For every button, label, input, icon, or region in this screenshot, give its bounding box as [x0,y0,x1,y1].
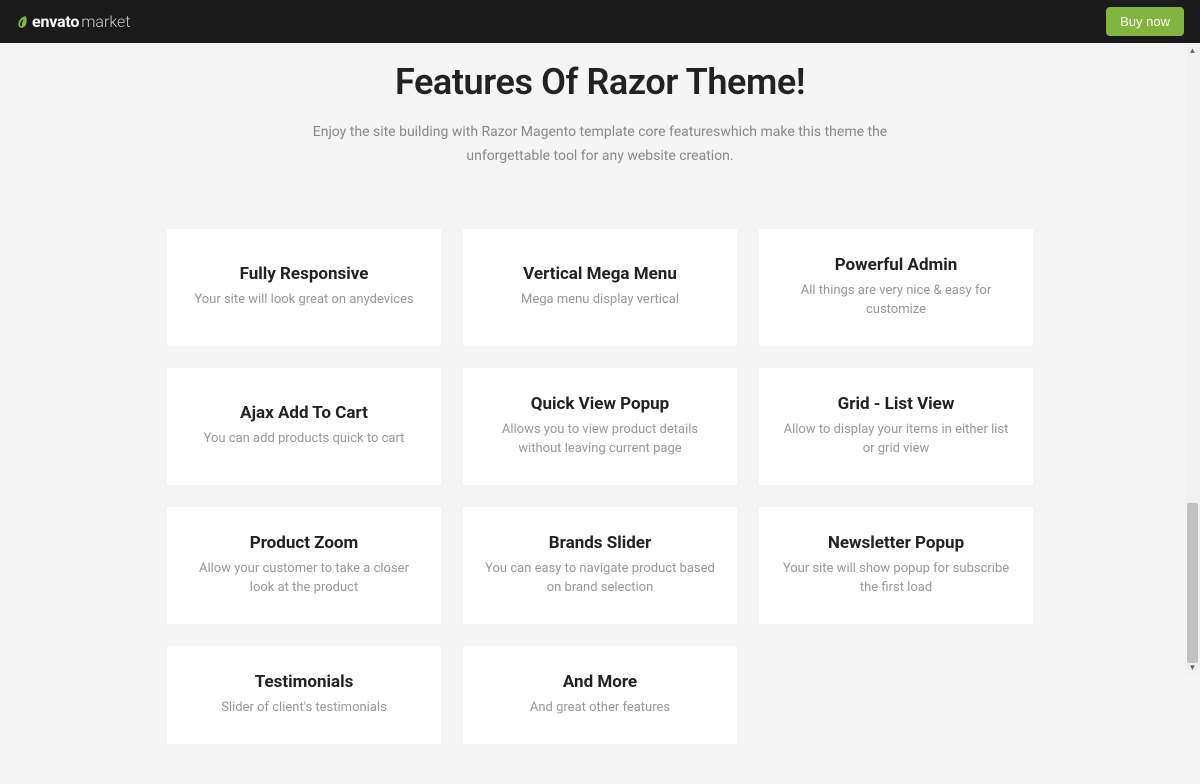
envato-logo[interactable]: envato market [16,12,130,31]
feature-title: Fully Responsive [189,264,419,284]
scrollbar[interactable]: ▲ ▼ [1185,43,1200,675]
scroll-thumb[interactable] [1187,503,1198,663]
topbar: envato market Buy now [0,0,1200,43]
feature-desc: Your site will look great on anydevices [189,290,419,310]
feature-desc: Allows you to view product details witho… [485,420,715,459]
feature-title: Vertical Mega Menu [485,264,715,284]
feature-desc: All things are very nice & easy for cust… [781,281,1011,320]
feature-desc: Your site will show popup for subscribe … [781,559,1011,598]
page-content: Features Of Razor Theme! Enjoy the site … [0,61,1200,784]
feature-title: Brands Slider [485,533,715,553]
buy-now-button[interactable]: Buy now [1106,7,1184,36]
features-grid: Fully Responsive Your site will look grea… [0,229,1200,784]
feature-desc: And great other features [485,698,715,718]
leaf-icon [16,15,30,29]
feature-card: Vertical Mega Menu Mega menu display vert… [463,229,737,346]
heading-block: Features Of Razor Theme! [0,61,1200,103]
feature-card: Fully Responsive Your site will look grea… [167,229,441,346]
page-title: Features Of Razor Theme! [0,61,1200,103]
scroll-up-icon[interactable]: ▲ [1185,43,1200,58]
feature-card: Ajax Add To Cart You can add products qui… [167,368,441,485]
feature-desc: Mega menu display vertical [485,290,715,310]
logo-text-suffix: market [81,12,130,31]
feature-title: Newsletter Popup [781,533,1011,553]
feature-card: Brands Slider You can easy to navigate pr… [463,507,737,624]
feature-card: Grid - List View Allow to display your it… [759,368,1033,485]
feature-desc: Slider of client's testimonials [189,698,419,718]
feature-desc: You can add products quick to cart [189,429,419,449]
scroll-down-icon[interactable]: ▼ [1185,660,1200,675]
feature-card: Product Zoom Allow your customer to take … [167,507,441,624]
feature-card: And MoreAnd great other features [463,646,737,744]
feature-desc: You can easy to navigate product based o… [485,559,715,598]
page-subtitle: Enjoy the site building with Razor Magen… [310,121,890,169]
feature-card: Quick View Popup Allows you to view produ… [463,368,737,485]
feature-title: Ajax Add To Cart [189,403,419,423]
logo-text-prefix: envato [32,12,79,31]
feature-desc: Allow to display your items in either li… [781,420,1011,459]
feature-title: Quick View Popup [485,394,715,414]
feature-desc: Allow your customer to take a closer loo… [189,559,419,598]
feature-card: Newsletter Popup Your site will show popu… [759,507,1033,624]
feature-title: Grid - List View [781,394,1011,414]
feature-title: Powerful Admin [781,255,1011,275]
feature-card: TestimonialsSlider of client's testimoni… [167,646,441,744]
feature-card: Powerful Admin All things are very nice &… [759,229,1033,346]
feature-title: Product Zoom [189,533,419,553]
